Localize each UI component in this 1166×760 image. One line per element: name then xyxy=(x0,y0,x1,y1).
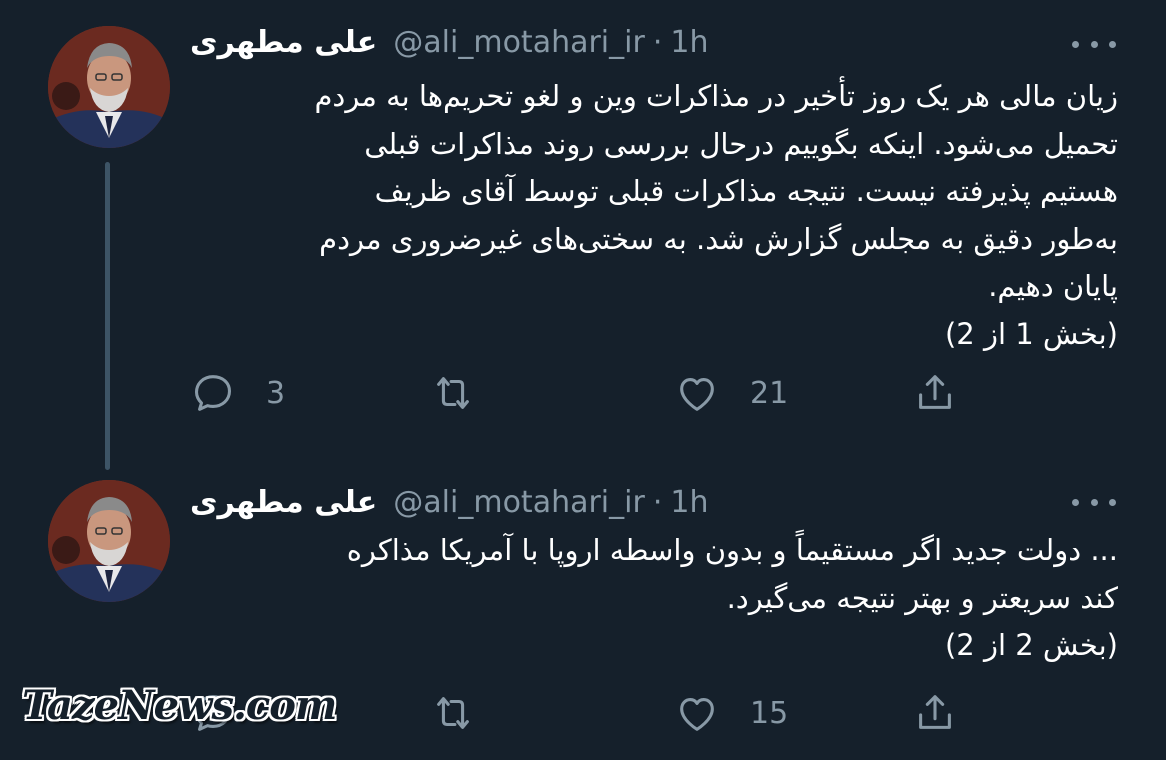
display-name[interactable]: علی مطهری xyxy=(190,25,377,60)
display-name[interactable]: علی مطهری xyxy=(190,485,377,520)
like-button[interactable]: 15 xyxy=(674,688,788,738)
handle[interactable]: @ali_motahari_ir xyxy=(393,485,645,520)
action-bar: 3 21 xyxy=(190,368,970,418)
share-button[interactable] xyxy=(912,688,958,738)
timestamp[interactable]: 1h xyxy=(670,25,708,60)
like-count: 21 xyxy=(750,375,789,411)
avatar[interactable] xyxy=(48,26,170,148)
more-icon[interactable] xyxy=(1072,492,1116,512)
avatar-photo xyxy=(48,480,170,602)
tweet-header: علی مطهری @ali_motahari_ir · 1h xyxy=(190,22,708,62)
reply-count: 3 xyxy=(266,375,286,411)
tweet-line: زیان مالی هر یک روز تأخیر در مذاکرات وین… xyxy=(314,79,1118,113)
tweet-line: (بخش 1 از 2) xyxy=(944,316,1118,351)
retweet-button[interactable] xyxy=(430,368,506,418)
share-button[interactable] xyxy=(912,368,958,418)
tweet-line: ... دولت جدید اگر مستقیماً و بدون واسطه … xyxy=(346,533,1118,567)
separator-dot: · xyxy=(652,24,663,60)
more-icon[interactable] xyxy=(1072,34,1116,54)
tweet-text: ... دولت جدید اگر مستقیماً و بدون واسطه … xyxy=(190,527,1118,670)
reply-button[interactable]: 3 xyxy=(190,368,285,418)
retweet-icon xyxy=(437,377,469,409)
reply-icon xyxy=(194,375,232,411)
tweet-line: به‌طور دقیق به مجلس گزارش شد. به سختی‌ها… xyxy=(319,221,1118,256)
separator-dot: · xyxy=(652,484,663,520)
tweet[interactable]: علی مطهری @ali_motahari_ir · 1h زیان مال… xyxy=(0,0,1166,470)
tweet-line: پایان دهیم. xyxy=(988,269,1118,303)
like-count: 15 xyxy=(750,695,789,731)
tweet-line: هستیم پذیرفته نیست. نتیجه مذاکرات قبلی ت… xyxy=(374,174,1118,208)
share-icon xyxy=(919,375,951,409)
avatar[interactable] xyxy=(48,480,170,602)
heart-icon xyxy=(680,698,714,731)
tweet-line: (بخش 2 از 2) xyxy=(944,628,1118,662)
handle[interactable]: @ali_motahari_ir xyxy=(393,25,645,60)
retweet-icon xyxy=(437,697,469,729)
heart-icon xyxy=(680,378,714,411)
tweet-text: زیان مالی هر یک روز تأخیر در مذاکرات وین… xyxy=(190,73,1118,358)
share-icon xyxy=(919,695,951,729)
timeline: علی مطهری @ali_motahari_ir · 1h زیان مال… xyxy=(0,0,1166,760)
watermark: TazeNews.com xyxy=(22,682,337,729)
tweet-line: کند سریعتر و بهتر نتیجه می‌گیرد. xyxy=(726,580,1118,615)
tweet-header: علی مطهری @ali_motahari_ir · 1h xyxy=(190,482,708,522)
timestamp[interactable]: 1h xyxy=(670,485,708,520)
like-button[interactable]: 21 xyxy=(674,368,788,418)
avatar-photo xyxy=(48,26,170,148)
thread-connector xyxy=(105,162,110,470)
tweet-line: تحمیل می‌شود. اینکه بگوییم درحال بررسی ر… xyxy=(364,126,1118,161)
retweet-button[interactable] xyxy=(430,688,506,738)
